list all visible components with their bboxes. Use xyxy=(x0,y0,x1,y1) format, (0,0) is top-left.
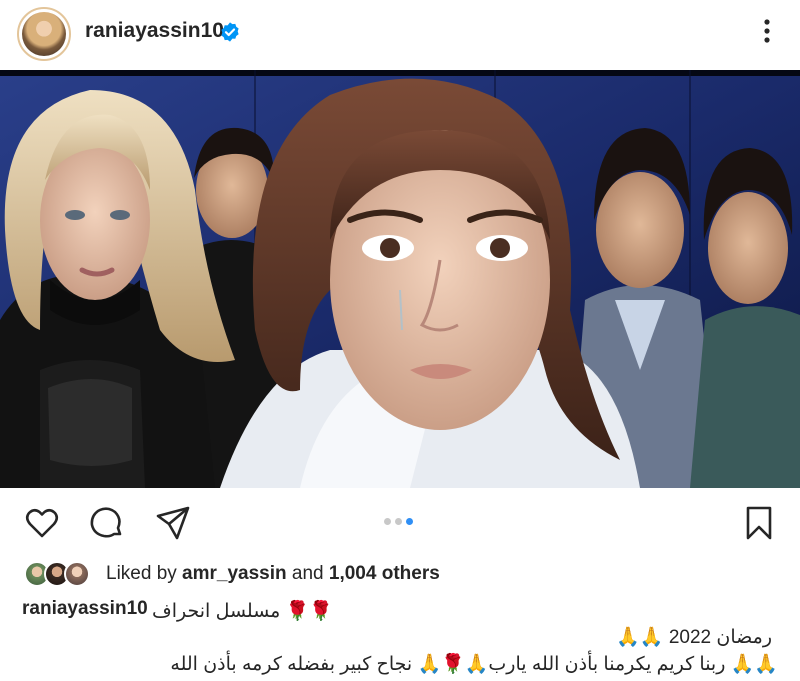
likes-row: Liked by amr_yassin and 1,004 others xyxy=(0,558,800,590)
caption-username-link[interactable]: raniayassin10 xyxy=(22,598,148,620)
liker-username-link[interactable]: amr_yassin xyxy=(182,563,287,584)
verified-badge-icon xyxy=(221,22,239,42)
poster-illustration xyxy=(0,70,800,488)
caption-line-3: 🙏🙏 ربنا كريم يكرمنا بأذن الله يارب🙏🌹🙏 نج… xyxy=(170,654,778,675)
comment-icon[interactable] xyxy=(89,505,125,541)
post-actions xyxy=(0,488,800,556)
avatar xyxy=(64,561,90,587)
carousel-indicator xyxy=(384,518,413,526)
more-vertical-icon[interactable] xyxy=(757,16,777,46)
bookmark-icon[interactable] xyxy=(741,505,777,541)
likes-middle: and xyxy=(286,563,329,584)
carousel-dot xyxy=(384,518,391,525)
avatar[interactable] xyxy=(17,7,71,61)
caption-line-2: رمضان 2022 🙏🙏 xyxy=(616,627,772,648)
likes-text: Liked by amr_yassin and 1,004 others xyxy=(106,563,440,585)
post-header: raniayassin10 xyxy=(0,0,800,68)
likes-count-link[interactable]: 1,004 others xyxy=(329,563,440,584)
caption-line-1: 🌹🌹 مسلسل انحراف xyxy=(152,601,333,622)
liker-avatars[interactable] xyxy=(24,561,94,587)
likes-prefix: Liked by xyxy=(106,563,183,584)
username-link[interactable]: raniayassin10 xyxy=(85,19,224,43)
post-image[interactable] xyxy=(0,70,800,488)
heart-icon[interactable] xyxy=(24,505,60,541)
carousel-dot xyxy=(395,518,402,525)
send-icon[interactable] xyxy=(155,505,191,541)
carousel-dot-active xyxy=(406,518,413,525)
